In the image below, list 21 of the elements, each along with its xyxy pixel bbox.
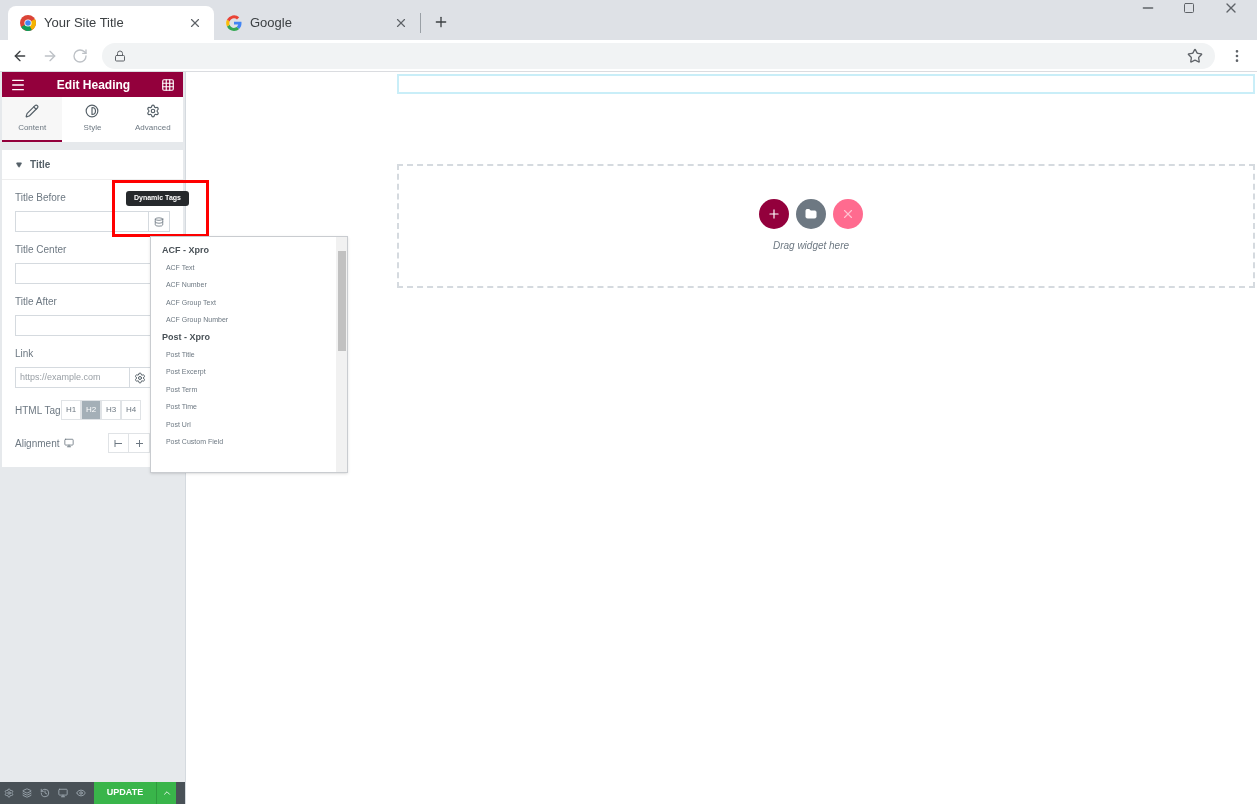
browser-tab[interactable]: Google (214, 6, 420, 40)
update-button[interactable]: UPDATE (94, 782, 156, 804)
panel-tab[interactable]: Advanced (122, 97, 183, 142)
field-label: Title Before (15, 191, 66, 205)
text-field[interactable]: https://example.com (15, 367, 130, 388)
field-label: Title After (15, 295, 57, 309)
field-label: Link (15, 347, 34, 361)
group-heading: Post - Xpro (162, 330, 211, 344)
panel-tab[interactable]: Content (2, 97, 63, 142)
section-toggle[interactable]: Title (2, 150, 183, 180)
browser-tab[interactable]: Your Site Title (8, 6, 214, 40)
tag-option[interactable]: H1 (61, 400, 81, 420)
field-label: Alignment (15, 436, 60, 451)
drop-hint: Drag widget here (772, 239, 850, 253)
tag-option[interactable]: H3 (101, 400, 121, 420)
panel-tab[interactable]: Style (62, 97, 123, 142)
group-heading: ACF - Xpro (162, 243, 210, 257)
panel-title: Edit Heading (56, 76, 131, 94)
field-label: HTML Tag (15, 403, 61, 418)
tag-option[interactable]: H4 (121, 400, 141, 420)
field-label: Title Center (15, 243, 67, 257)
